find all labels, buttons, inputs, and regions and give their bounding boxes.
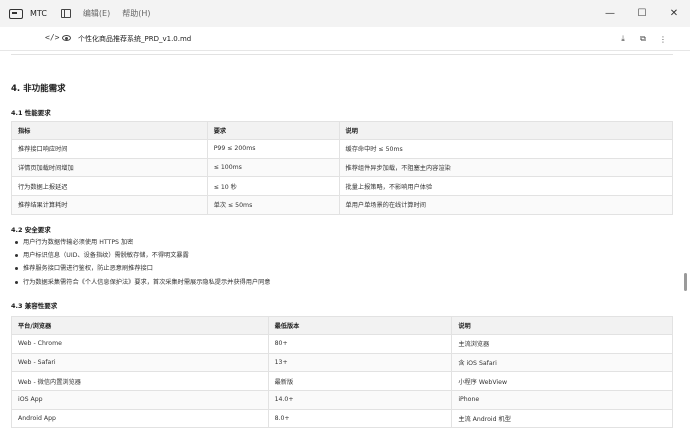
preview-eye-icon[interactable] (62, 35, 71, 41)
table-row: Web - Safari 13+ 含 iOS Safari (11, 352, 673, 373)
maximize-icon[interactable]: ☐ (626, 0, 658, 27)
table-header-cell: 说明 (338, 121, 674, 140)
table-header-cell: 要求 (206, 121, 340, 140)
table-header-row: 指标 要求 说明 (11, 121, 674, 140)
minimize-icon[interactable]: — (594, 0, 626, 27)
vertical-scrollbar[interactable] (682, 51, 688, 431)
app-logo-icon (9, 8, 23, 19)
table-row: 详情页加载时间增加 ≤ 100ms 推荐组件异步加载，不阻塞主内容渲染 (11, 157, 674, 178)
table-row: iOS App 14.0+ iPhone (11, 390, 673, 410)
table-header-row: 平台/浏览器 最低版本 说明 (11, 316, 673, 335)
close-icon[interactable]: ✕ (658, 0, 690, 27)
code-view-icon[interactable]: </> (45, 33, 59, 42)
app-window: MTC 编辑(E) 帮助(H) — ☐ ✕ </> 个性化商品推荐系统_PRD_… (0, 0, 690, 431)
title-bar: MTC 编辑(E) 帮助(H) — ☐ ✕ (0, 0, 690, 27)
table-header-cell: 平台/浏览器 (11, 316, 269, 335)
table-cell: iPhone (451, 390, 673, 410)
table-cell: 80+ (267, 334, 453, 354)
scrollbar-thumb[interactable] (684, 273, 687, 291)
download-icon[interactable]: ⤓ (616, 32, 630, 46)
table-cell: Android App (11, 408, 269, 429)
table-cell: 行为数据上报延迟 (11, 176, 208, 197)
sidebar-toggle-icon[interactable] (60, 9, 71, 18)
document-view[interactable]: 4. 非功能需求 4.1 性能要求 指标 要求 说明 推荐接口响应时间 P99 … (0, 51, 680, 431)
table-cell: 推荐接口响应时间 (11, 139, 208, 159)
table-cell: 主流浏览器 (451, 334, 673, 354)
list-item: 用户行为数据传输必须使用 HTTPS 加密 (14, 236, 271, 249)
subsection-heading-security: 4.2 安全要求 (11, 226, 51, 234)
table-row: Web - Chrome 80+ 主流浏览器 (11, 334, 673, 354)
section-heading-nonfunctional: 4. 非功能需求 (11, 84, 66, 94)
table-cell: 推荐结果计算耗时 (11, 195, 208, 215)
table-row: 行为数据上报延迟 ≤ 10 秒 批量上报策略，不影响用户体验 (11, 176, 674, 197)
table-cell: 推荐组件异步加载，不阻塞主内容渲染 (338, 157, 674, 178)
table-cell: ≤ 100ms (206, 157, 340, 178)
table-cell: 含 iOS Safari (451, 352, 673, 373)
list-item: 行为数据采集需符合《个人信息保护法》要求，首次采集时需展示隐私提示并获得用户同意 (14, 276, 271, 289)
table-cell: 小程序 WebView (451, 371, 673, 392)
list-item: 用户标识信息（UID、设备指纹）需脱敏存储，不得明文暴露 (14, 249, 271, 262)
table-cell: Web - Chrome (11, 334, 269, 354)
table-cell: 最新版 (267, 371, 453, 392)
more-icon[interactable]: ⋮ (656, 32, 670, 46)
subsection-heading-compatibility: 4.3 兼容性要求 (11, 302, 58, 310)
table-header-cell: 说明 (451, 316, 673, 335)
menu-edit[interactable]: 编辑(E) (83, 8, 110, 19)
table-cell: 主流 Android 机型 (451, 408, 673, 429)
compatibility-table: 平台/浏览器 最低版本 说明 Web - Chrome 80+ 主流浏览器 We… (11, 316, 673, 429)
previous-table-row-clipped (11, 51, 673, 55)
table-cell: Web - Safari (11, 352, 269, 373)
list-item: 推荐服务接口需进行鉴权，防止恶意刷推荐接口 (14, 262, 271, 275)
table-cell: P99 ≤ 200ms (206, 139, 340, 159)
file-name: 个性化商品推荐系统_PRD_v1.0.md (78, 35, 192, 43)
table-cell: iOS App (11, 390, 269, 410)
table-cell: 批量上报策略，不影响用户体验 (338, 176, 674, 197)
security-list: 用户行为数据传输必须使用 HTTPS 加密 用户标识信息（UID、设备指纹）需脱… (14, 236, 271, 289)
table-header-cell: 指标 (11, 121, 208, 140)
table-row: 推荐接口响应时间 P99 ≤ 200ms 缓存命中时 ≤ 50ms (11, 139, 674, 159)
window-controls: — ☐ ✕ (594, 0, 690, 27)
table-cell: 缓存命中时 ≤ 50ms (338, 139, 674, 159)
table-cell: 13+ (267, 352, 453, 373)
menu-help[interactable]: 帮助(H) (122, 8, 150, 19)
table-cell: 单用户单场景的在线计算时间 (338, 195, 674, 215)
table-row: Web - 微信内置浏览器 最新版 小程序 WebView (11, 371, 673, 392)
open-external-icon[interactable]: ⧉ (636, 32, 650, 46)
performance-table: 指标 要求 说明 推荐接口响应时间 P99 ≤ 200ms 缓存命中时 ≤ 50… (11, 121, 674, 215)
table-cell: 单次 ≤ 50ms (206, 195, 340, 215)
table-cell: 8.0+ (267, 408, 453, 429)
file-bar: </> 个性化商品推荐系统_PRD_v1.0.md ⤓ ⧉ ⋮ (0, 27, 690, 51)
subsection-heading-performance: 4.1 性能要求 (11, 109, 51, 117)
table-header-cell: 最低版本 (267, 316, 453, 335)
table-cell: 详情页加载时间增加 (11, 157, 208, 178)
table-cell: ≤ 10 秒 (206, 176, 340, 197)
table-row: 推荐结果计算耗时 单次 ≤ 50ms 单用户单场景的在线计算时间 (11, 195, 674, 215)
table-cell: Web - 微信内置浏览器 (11, 371, 269, 392)
app-name: MTC (30, 9, 47, 18)
table-cell: 14.0+ (267, 390, 453, 410)
table-row: Android App 8.0+ 主流 Android 机型 (11, 408, 673, 429)
